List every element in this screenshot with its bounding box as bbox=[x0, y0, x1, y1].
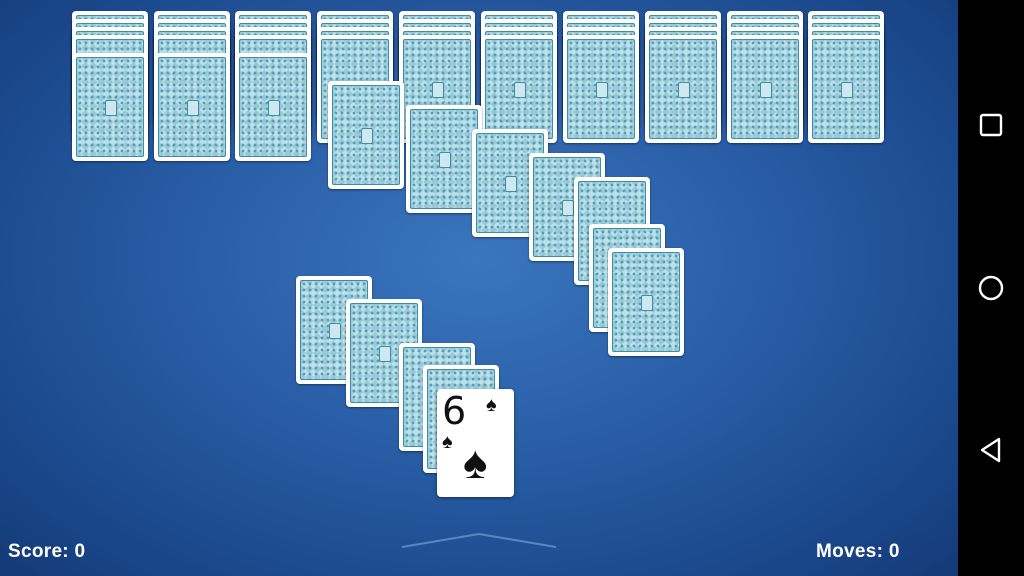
game-table: 6 ♠ ♠ ♠ Score: 0 Moves: 0 bbox=[0, 0, 958, 576]
card-back-pattern bbox=[567, 39, 635, 139]
deal-indicator-icon[interactable] bbox=[400, 531, 558, 549]
spade-icon: ♠ bbox=[486, 394, 497, 416]
spade-icon: ♠ bbox=[442, 431, 453, 453]
card-rank: 6 bbox=[442, 389, 467, 433]
card-back-pattern bbox=[410, 109, 478, 209]
card-back-pattern bbox=[76, 57, 144, 157]
tableau-card[interactable] bbox=[235, 53, 311, 161]
dealt-card[interactable] bbox=[608, 248, 684, 356]
tableau-card[interactable] bbox=[154, 53, 230, 161]
card-back-pattern bbox=[649, 39, 717, 139]
card-back-pattern bbox=[612, 252, 680, 352]
face-up-card[interactable]: 6 ♠ ♠ ♠ bbox=[437, 389, 514, 497]
home-button[interactable] bbox=[958, 258, 1024, 318]
tableau-card[interactable] bbox=[808, 35, 884, 143]
card-back-pattern bbox=[731, 39, 799, 139]
card-back-pattern bbox=[158, 57, 226, 157]
tableau-card[interactable] bbox=[727, 35, 803, 143]
card-back-pattern bbox=[239, 57, 307, 157]
back-button[interactable] bbox=[958, 420, 1024, 480]
card-back-pattern bbox=[485, 39, 553, 139]
score-text: Score: 0 bbox=[8, 541, 86, 562]
moves-text: Moves: 0 bbox=[816, 541, 900, 562]
card-back-pattern bbox=[812, 39, 880, 139]
dealt-card[interactable] bbox=[406, 105, 482, 213]
tableau-card[interactable] bbox=[72, 53, 148, 161]
recents-button[interactable] bbox=[958, 95, 1024, 155]
dealt-card[interactable] bbox=[328, 81, 404, 189]
spade-icon: ♠ bbox=[463, 436, 488, 488]
android-nav-bar bbox=[958, 0, 1024, 576]
tableau-card[interactable] bbox=[481, 35, 557, 143]
circle-icon bbox=[978, 275, 1004, 301]
tableau-card[interactable] bbox=[563, 35, 639, 143]
triangle-back-icon bbox=[980, 437, 1001, 463]
tableau-card[interactable] bbox=[645, 35, 721, 143]
square-icon bbox=[979, 113, 1003, 137]
card-back-pattern bbox=[332, 85, 400, 185]
